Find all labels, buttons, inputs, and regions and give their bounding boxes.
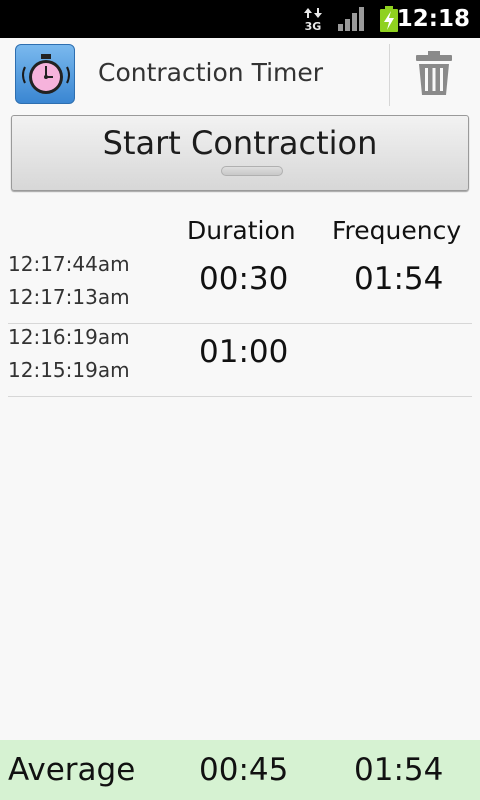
contraction-start-time: 12:15:19am xyxy=(8,358,130,382)
contraction-end-time: 12:16:19am xyxy=(8,325,130,349)
table-row[interactable]: 12:17:44am 12:17:13am 00:30 01:54 xyxy=(8,251,472,324)
average-summary-bar: Average 00:45 01:54 xyxy=(0,740,480,800)
contraction-frequency: 01:54 xyxy=(354,261,444,297)
delete-button[interactable] xyxy=(404,48,464,100)
average-frequency: 01:54 xyxy=(354,752,444,788)
action-bar: Contraction Timer xyxy=(0,38,480,110)
row-divider xyxy=(8,396,472,397)
clock-time: 12:18 xyxy=(396,6,470,32)
signal-icon xyxy=(338,7,364,31)
start-contraction-label: Start Contraction xyxy=(102,124,378,162)
app-title: Contraction Timer xyxy=(98,58,324,87)
network-type-label: 3G xyxy=(304,20,322,33)
app-icon[interactable] xyxy=(15,44,75,104)
contraction-duration: 00:30 xyxy=(199,261,289,297)
column-header-duration: Duration xyxy=(187,216,296,245)
start-contraction-button[interactable]: Start Contraction xyxy=(11,115,469,191)
arrows-up-down-icon xyxy=(304,8,322,18)
data-transfer-icon: 3G xyxy=(302,7,324,33)
column-header-frequency: Frequency xyxy=(332,216,462,245)
trash-icon xyxy=(416,51,452,95)
average-label: Average xyxy=(8,752,136,788)
stopwatch-icon xyxy=(22,54,70,94)
button-indicator-light xyxy=(221,166,283,176)
status-bar: 3G 12:18 xyxy=(0,0,480,38)
contraction-start-time: 12:17:13am xyxy=(8,285,130,309)
action-bar-divider xyxy=(389,44,390,106)
table-row[interactable]: 12:16:19am 12:15:19am 01:00 xyxy=(8,324,472,397)
average-duration: 00:45 xyxy=(199,752,289,788)
contraction-duration: 01:00 xyxy=(199,334,289,370)
contraction-end-time: 12:17:44am xyxy=(8,252,130,276)
